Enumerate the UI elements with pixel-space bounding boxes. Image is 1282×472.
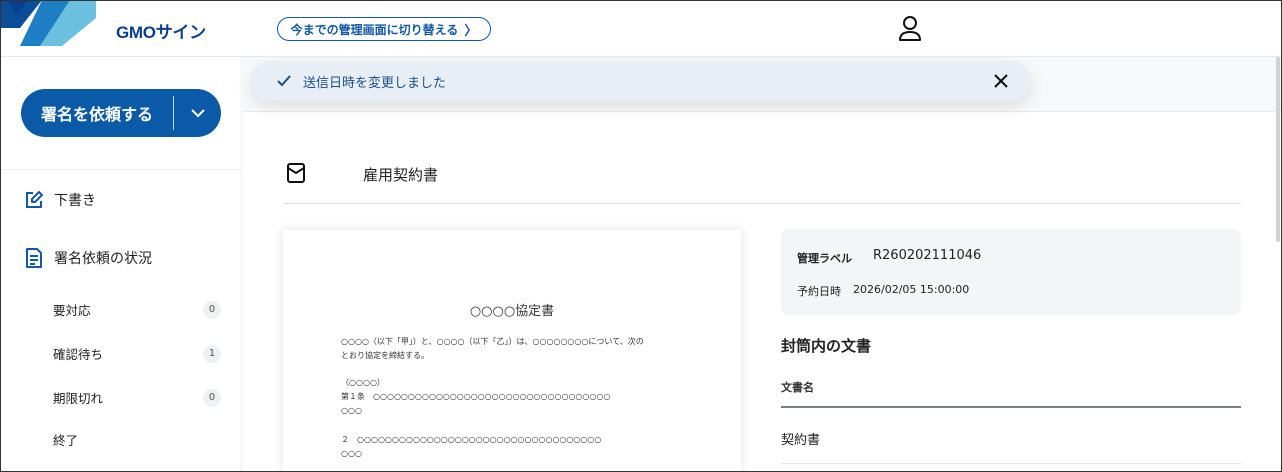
- count-badge: 0: [203, 388, 221, 407]
- preview-line: ○○○: [341, 406, 362, 415]
- preview-line: とおり協定を締結する。: [341, 351, 429, 360]
- count-badge: 1: [203, 344, 221, 363]
- sidebar-item-label: 署名依頼の状況: [54, 251, 152, 267]
- request-dropdown-toggle[interactable]: [174, 108, 221, 118]
- edit-icon: [26, 191, 43, 208]
- chevron-right-icon: 〉: [464, 23, 478, 39]
- request-signature-button[interactable]: 署名を依頼する: [21, 89, 221, 137]
- status-item-action-required[interactable]: 要対応 0: [53, 300, 221, 319]
- gmo-logo-icon[interactable]: [0, 0, 100, 50]
- document-header: 雇用契約書: [283, 158, 1241, 204]
- scheduled-time-key: 予約日時: [797, 285, 841, 298]
- status-item-label: 終了: [53, 433, 79, 448]
- management-label-key: 管理ラベル: [797, 252, 852, 265]
- document-list-icon: [26, 248, 42, 268]
- preview-line: 第１条 ○○○○○○○○○○○○○○○○○○○○○○○○○○○○○○○○○○: [341, 392, 611, 401]
- status-item-label: 期限切れ: [53, 391, 104, 406]
- status-item-completed[interactable]: 終了: [53, 430, 221, 449]
- top-header: GMOサイン 今までの管理画面に切り替える 〉: [0, 0, 1282, 57]
- envelope-info-panel: 管理ラベル R260202111046 予約日時 2026/02/05 15:0…: [781, 229, 1241, 315]
- envelope-documents-heading: 封筒内の文書: [781, 337, 872, 355]
- success-toast: 送信日時を変更しました: [251, 61, 1031, 101]
- sidebar-item-drafts[interactable]: 下書き: [24, 190, 96, 210]
- preview-line: （○○○○）: [341, 378, 385, 387]
- brand-name[interactable]: GMOサイン: [116, 18, 206, 43]
- scheduled-time-value: 2026/02/05 15:00:00: [853, 283, 970, 296]
- close-icon[interactable]: [993, 73, 1009, 89]
- column-header-document-name: 文書名: [781, 381, 814, 394]
- chevron-down-icon: [190, 109, 205, 118]
- sidebar-item-label: 下書き: [54, 193, 96, 209]
- preview-line: ２ ○○○○○○○○○○○○○○○○○○○○○○○○○○○○○○○○○○○: [341, 435, 602, 444]
- status-item-label: 確認待ち: [53, 347, 104, 362]
- status-item-expired[interactable]: 期限切れ 0: [53, 388, 221, 407]
- sidebar-item-request-status[interactable]: 署名依頼の状況: [24, 247, 152, 269]
- table-header-rule: [781, 406, 1241, 408]
- switch-console-label: 今までの管理画面に切り替える: [290, 22, 459, 37]
- document-title: 雇用契約書: [363, 166, 439, 184]
- request-signature-label: 署名を依頼する: [40, 105, 153, 124]
- status-item-label: 要対応: [53, 303, 91, 318]
- preview-line: ○○○○（以下「甲」）と、○○○○（以下「乙」）は、○○○○○○○○について、次…: [341, 337, 644, 346]
- status-item-awaiting-confirmation[interactable]: 確認待ち 1: [53, 344, 221, 363]
- sidebar: 署名を依頼する 下書き 署名依頼の状況 要対応 0 確認待ち 1 期限切れ 0 …: [0, 57, 242, 472]
- management-label-value: R260202111046: [873, 248, 982, 263]
- preview-line: ○○○: [341, 449, 362, 458]
- count-badge: 0: [203, 300, 221, 319]
- preview-heading: ○○○○協定書: [469, 304, 555, 319]
- switch-console-button[interactable]: 今までの管理画面に切り替える 〉: [277, 17, 491, 41]
- toast-message: 送信日時を変更しました: [303, 75, 447, 91]
- document-row-name[interactable]: 契約書: [781, 429, 820, 448]
- envelope-icon: [287, 163, 305, 183]
- document-preview[interactable]: ○○○○協定書 ○○○○（以下「甲」）と、○○○○（以下「乙」）は、○○○○○○…: [283, 230, 741, 472]
- check-icon: [277, 75, 291, 87]
- table-row-rule: [781, 463, 1241, 464]
- user-account-icon[interactable]: [897, 15, 923, 43]
- vertical-scrollbar[interactable]: [1276, 57, 1280, 242]
- sidebar-divider: [0, 169, 241, 170]
